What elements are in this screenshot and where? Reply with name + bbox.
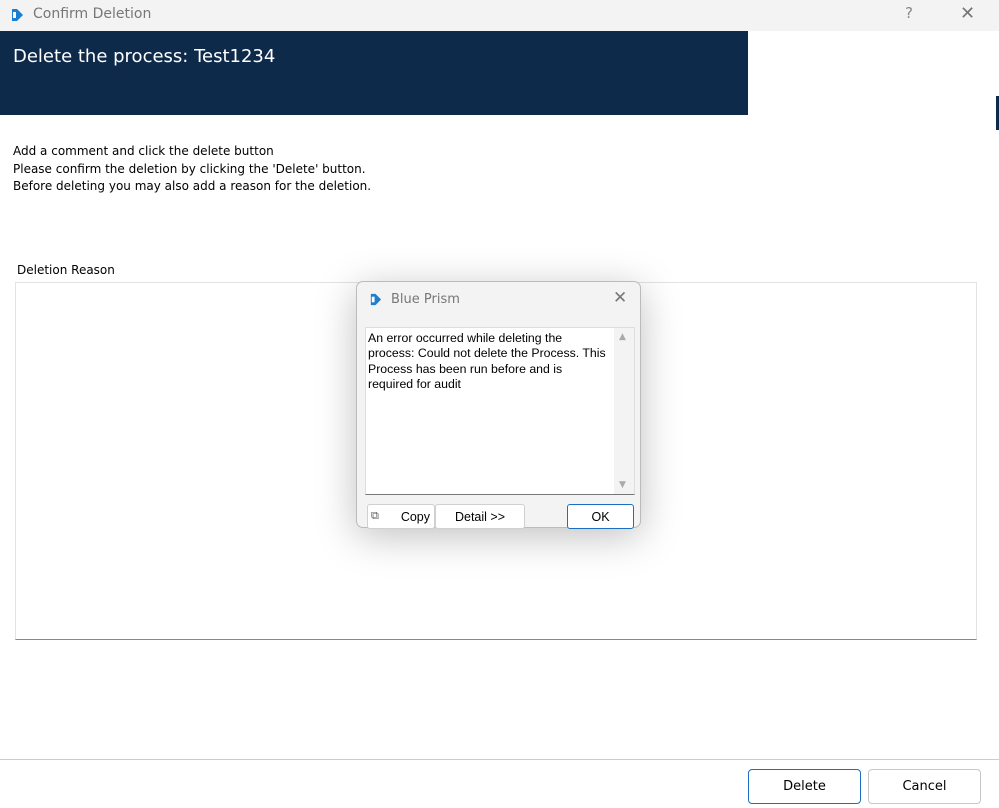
scroll-up-icon[interactable]: ▲ [619, 332, 626, 342]
close-button[interactable]: ✕ [960, 3, 975, 24]
title-bar: Confirm Deletion ? ✕ [0, 0, 999, 31]
window-title: Confirm Deletion [33, 6, 152, 22]
detail-button[interactable]: Detail >> [435, 504, 525, 529]
cancel-button[interactable]: Cancel [868, 769, 981, 804]
dialog-title: Blue Prism [391, 292, 460, 307]
error-message: An error occurred while deleting the pro… [368, 331, 606, 391]
instructions: Add a comment and click the delete butto… [13, 143, 371, 196]
ok-button[interactable]: OK [567, 504, 634, 529]
blue-prism-icon [370, 293, 382, 306]
scroll-down-icon[interactable]: ▼ [619, 480, 626, 490]
copy-icon: ⧉ [371, 510, 379, 522]
instruction-line: Add a comment and click the delete butto… [13, 144, 274, 158]
page-title: Delete the process: Test1234 [13, 46, 276, 67]
instruction-line: Please confirm the deletion by clicking … [13, 161, 366, 176]
error-message-box: An error occurred while deleting the pro… [365, 327, 635, 495]
delete-button[interactable]: Delete [748, 769, 861, 804]
header-banner: Delete the process: Test1234 [0, 31, 748, 115]
copy-label: Copy [400, 509, 430, 524]
dialog-close-button[interactable]: ✕ [613, 288, 627, 308]
error-dialog: Blue Prism ✕ An error occurred while del… [356, 281, 641, 529]
copy-button[interactable]: ⧉ Copy [367, 504, 435, 529]
blue-prism-icon [12, 9, 23, 21]
deletion-reason-label: Deletion Reason [17, 263, 115, 277]
divider [0, 759, 999, 760]
scrollbar[interactable]: ▲ ▼ [614, 328, 634, 494]
help-button[interactable]: ? [905, 4, 913, 22]
instruction-line: Before deleting you may also add a reaso… [13, 179, 372, 193]
